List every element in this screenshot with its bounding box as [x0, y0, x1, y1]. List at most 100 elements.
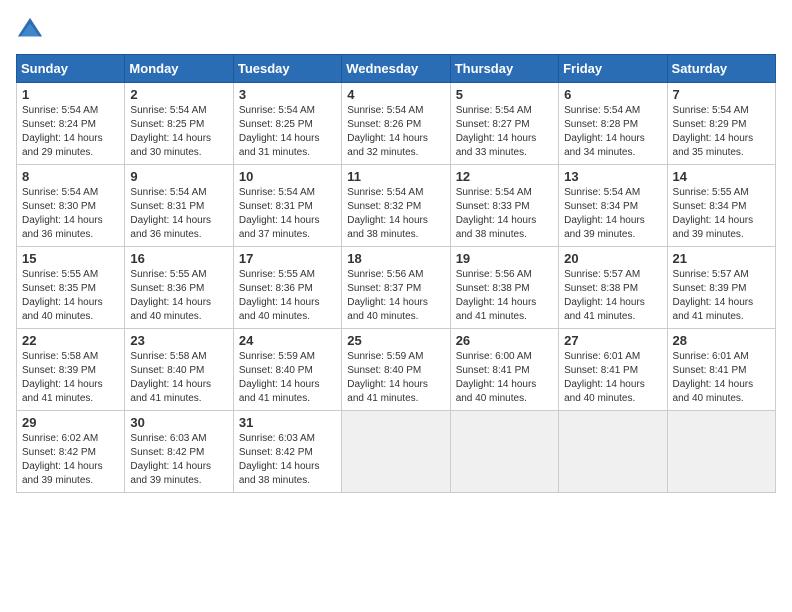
- calendar-cell: 11 Sunrise: 5:54 AMSunset: 8:32 PMDayligh…: [342, 165, 450, 247]
- calendar-cell: 21 Sunrise: 5:57 AMSunset: 8:39 PMDayligh…: [667, 247, 775, 329]
- day-info: Sunrise: 5:54 AMSunset: 8:26 PMDaylight:…: [347, 105, 428, 158]
- calendar-week-2: 8Sunrise: 5:54 AMSunset: 8:30 PMDaylight…: [17, 165, 776, 247]
- day-info: Sunrise: 5:54 AMSunset: 8:25 PMDaylight:…: [130, 105, 211, 158]
- day-info: Sunrise: 5:54 AMSunset: 8:33 PMDaylight:…: [456, 187, 537, 240]
- day-info: Sunrise: 5:59 AMSunset: 8:40 PMDaylight:…: [347, 351, 428, 404]
- day-number: 3: [239, 87, 336, 102]
- day-number: 28: [673, 333, 770, 348]
- day-number: 12: [456, 169, 553, 184]
- calendar-cell: 5 Sunrise: 5:54 AMSunset: 8:27 PMDaylight…: [450, 83, 558, 165]
- day-info: Sunrise: 5:54 AMSunset: 8:32 PMDaylight:…: [347, 187, 428, 240]
- day-number: 24: [239, 333, 336, 348]
- day-number: 14: [673, 169, 770, 184]
- day-number: 5: [456, 87, 553, 102]
- day-number: 11: [347, 169, 444, 184]
- weekday-header-row: SundayMondayTuesdayWednesdayThursdayFrid…: [17, 55, 776, 83]
- calendar-cell: 14 Sunrise: 5:55 AMSunset: 8:34 PMDayligh…: [667, 165, 775, 247]
- calendar-cell: 26 Sunrise: 6:00 AMSunset: 8:41 PMDayligh…: [450, 329, 558, 411]
- day-number: 27: [564, 333, 661, 348]
- calendar-cell: [450, 411, 558, 493]
- day-info: Sunrise: 5:56 AMSunset: 8:37 PMDaylight:…: [347, 269, 428, 322]
- day-number: 25: [347, 333, 444, 348]
- page-header: [16, 16, 776, 44]
- calendar-cell: 28 Sunrise: 6:01 AMSunset: 8:41 PMDayligh…: [667, 329, 775, 411]
- day-info: Sunrise: 5:54 AMSunset: 8:34 PMDaylight:…: [564, 187, 645, 240]
- calendar-cell: 2 Sunrise: 5:54 AMSunset: 8:25 PMDaylight…: [125, 83, 233, 165]
- calendar-cell: 16 Sunrise: 5:55 AMSunset: 8:36 PMDayligh…: [125, 247, 233, 329]
- weekday-header-thursday: Thursday: [450, 55, 558, 83]
- day-info: Sunrise: 5:55 AMSunset: 8:34 PMDaylight:…: [673, 187, 754, 240]
- calendar-cell: 7 Sunrise: 5:54 AMSunset: 8:29 PMDaylight…: [667, 83, 775, 165]
- day-number: 15: [22, 251, 119, 266]
- day-info: Sunrise: 5:54 AMSunset: 8:24 PMDaylight:…: [22, 105, 103, 158]
- day-info: Sunrise: 5:58 AMSunset: 8:40 PMDaylight:…: [130, 351, 211, 404]
- day-number: 26: [456, 333, 553, 348]
- calendar-cell: 23 Sunrise: 5:58 AMSunset: 8:40 PMDayligh…: [125, 329, 233, 411]
- calendar-cell: 3Sunrise: 5:54 AMSunset: 8:25 PMDaylight…: [233, 83, 341, 165]
- logo-icon: [16, 16, 44, 44]
- day-number: 1: [22, 87, 119, 102]
- day-number: 29: [22, 415, 119, 430]
- calendar-week-4: 22Sunrise: 5:58 AMSunset: 8:39 PMDayligh…: [17, 329, 776, 411]
- day-number: 17: [239, 251, 336, 266]
- calendar-cell: 29Sunrise: 6:02 AMSunset: 8:42 PMDayligh…: [17, 411, 125, 493]
- day-info: Sunrise: 6:01 AMSunset: 8:41 PMDaylight:…: [673, 351, 754, 404]
- day-number: 16: [130, 251, 227, 266]
- logo: [16, 16, 48, 44]
- day-info: Sunrise: 5:55 AMSunset: 8:35 PMDaylight:…: [22, 269, 103, 322]
- day-number: 13: [564, 169, 661, 184]
- calendar-cell: [342, 411, 450, 493]
- calendar-cell: [559, 411, 667, 493]
- day-number: 31: [239, 415, 336, 430]
- day-number: 19: [456, 251, 553, 266]
- weekday-header-friday: Friday: [559, 55, 667, 83]
- calendar-cell: 24 Sunrise: 5:59 AMSunset: 8:40 PMDayligh…: [233, 329, 341, 411]
- calendar-week-5: 29Sunrise: 6:02 AMSunset: 8:42 PMDayligh…: [17, 411, 776, 493]
- calendar-cell: 20 Sunrise: 5:57 AMSunset: 8:38 PMDayligh…: [559, 247, 667, 329]
- day-info: Sunrise: 5:54 AMSunset: 8:30 PMDaylight:…: [22, 187, 103, 240]
- day-info: Sunrise: 5:55 AMSunset: 8:36 PMDaylight:…: [239, 269, 320, 322]
- day-number: 18: [347, 251, 444, 266]
- calendar-cell: 18 Sunrise: 5:56 AMSunset: 8:37 PMDayligh…: [342, 247, 450, 329]
- day-number: 23: [130, 333, 227, 348]
- weekday-header-tuesday: Tuesday: [233, 55, 341, 83]
- calendar-cell: 1 Sunrise: 5:54 AMSunset: 8:24 PMDaylight…: [17, 83, 125, 165]
- calendar-cell: 31 Sunrise: 6:03 AMSunset: 8:42 PMDayligh…: [233, 411, 341, 493]
- day-number: 10: [239, 169, 336, 184]
- day-info: Sunrise: 5:54 AMSunset: 8:27 PMDaylight:…: [456, 105, 537, 158]
- day-info: Sunrise: 5:57 AMSunset: 8:39 PMDaylight:…: [673, 269, 754, 322]
- calendar-week-1: 1 Sunrise: 5:54 AMSunset: 8:24 PMDaylight…: [17, 83, 776, 165]
- day-info: Sunrise: 5:54 AMSunset: 8:29 PMDaylight:…: [673, 105, 754, 158]
- day-info: Sunrise: 6:03 AMSunset: 8:42 PMDaylight:…: [239, 433, 320, 486]
- calendar-cell: 12 Sunrise: 5:54 AMSunset: 8:33 PMDayligh…: [450, 165, 558, 247]
- calendar-table: SundayMondayTuesdayWednesdayThursdayFrid…: [16, 54, 776, 493]
- calendar-cell: 27 Sunrise: 6:01 AMSunset: 8:41 PMDayligh…: [559, 329, 667, 411]
- day-number: 2: [130, 87, 227, 102]
- calendar-cell: 19 Sunrise: 5:56 AMSunset: 8:38 PMDayligh…: [450, 247, 558, 329]
- calendar-week-3: 15 Sunrise: 5:55 AMSunset: 8:35 PMDayligh…: [17, 247, 776, 329]
- day-number: 30: [130, 415, 227, 430]
- calendar-cell: 15 Sunrise: 5:55 AMSunset: 8:35 PMDayligh…: [17, 247, 125, 329]
- day-number: 9: [130, 169, 227, 184]
- day-info: Sunrise: 6:00 AMSunset: 8:41 PMDaylight:…: [456, 351, 537, 404]
- calendar-cell: 17 Sunrise: 5:55 AMSunset: 8:36 PMDayligh…: [233, 247, 341, 329]
- day-number: 20: [564, 251, 661, 266]
- weekday-header-monday: Monday: [125, 55, 233, 83]
- calendar-cell: [667, 411, 775, 493]
- calendar-cell: 30Sunrise: 6:03 AMSunset: 8:42 PMDayligh…: [125, 411, 233, 493]
- calendar-cell: 13 Sunrise: 5:54 AMSunset: 8:34 PMDayligh…: [559, 165, 667, 247]
- calendar-cell: 22Sunrise: 5:58 AMSunset: 8:39 PMDayligh…: [17, 329, 125, 411]
- day-info: Sunrise: 5:54 AMSunset: 8:31 PMDaylight:…: [239, 187, 320, 240]
- day-info: Sunrise: 5:56 AMSunset: 8:38 PMDaylight:…: [456, 269, 537, 322]
- calendar-cell: 8Sunrise: 5:54 AMSunset: 8:30 PMDaylight…: [17, 165, 125, 247]
- day-info: Sunrise: 5:59 AMSunset: 8:40 PMDaylight:…: [239, 351, 320, 404]
- day-number: 4: [347, 87, 444, 102]
- weekday-header-saturday: Saturday: [667, 55, 775, 83]
- day-number: 7: [673, 87, 770, 102]
- day-info: Sunrise: 5:55 AMSunset: 8:36 PMDaylight:…: [130, 269, 211, 322]
- day-number: 21: [673, 251, 770, 266]
- day-number: 6: [564, 87, 661, 102]
- day-info: Sunrise: 6:01 AMSunset: 8:41 PMDaylight:…: [564, 351, 645, 404]
- day-info: Sunrise: 5:57 AMSunset: 8:38 PMDaylight:…: [564, 269, 645, 322]
- calendar-cell: 6Sunrise: 5:54 AMSunset: 8:28 PMDaylight…: [559, 83, 667, 165]
